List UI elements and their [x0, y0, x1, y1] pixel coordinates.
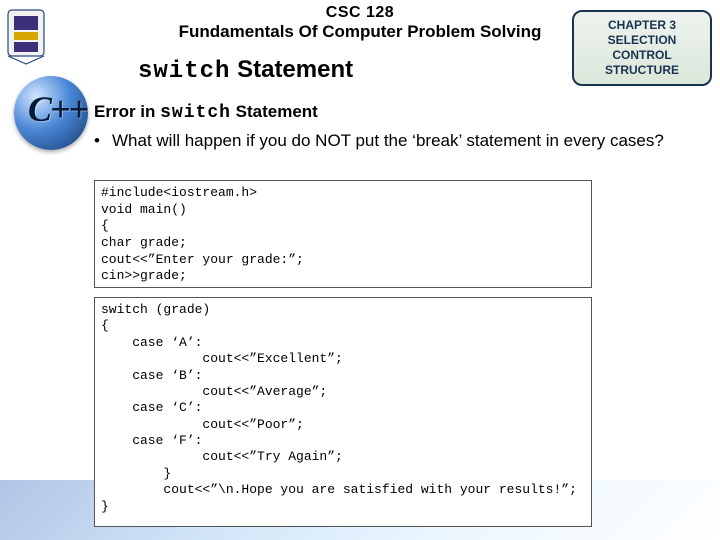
- sub-title-mono: switch: [160, 103, 231, 123]
- cpp-text: C++: [28, 88, 87, 130]
- bullet-text: What will happen if you do NOT put the ‘…: [112, 130, 712, 153]
- chapter-badge: CHAPTER 3 SELECTION CONTROL STRUCTURE: [572, 10, 712, 86]
- cpp-logo-icon: C++: [2, 70, 98, 156]
- chapter-line3: STRUCTURE: [580, 63, 704, 78]
- bullet-item: •What will happen if you do NOT put the …: [94, 130, 720, 153]
- section-title: switch Statement: [138, 56, 353, 85]
- slide: CSC 128 Fundamentals Of Computer Problem…: [0, 0, 720, 540]
- sub-title-prefix: Error in: [94, 102, 160, 121]
- sub-title: Error in switch Statement: [94, 102, 318, 123]
- code-block-1: #include<iostream.h> void main() { char …: [94, 180, 592, 288]
- bullet-marker: •: [94, 130, 112, 153]
- chapter-line2: SELECTION CONTROL: [580, 33, 704, 63]
- section-title-mono: switch: [138, 58, 230, 85]
- code-block-2: switch (grade) { case ‘A’: cout<<”Excell…: [94, 297, 592, 527]
- section-title-rest: Statement: [230, 56, 353, 83]
- chapter-line1: CHAPTER 3: [580, 18, 704, 33]
- sub-title-suffix: Statement: [231, 102, 318, 121]
